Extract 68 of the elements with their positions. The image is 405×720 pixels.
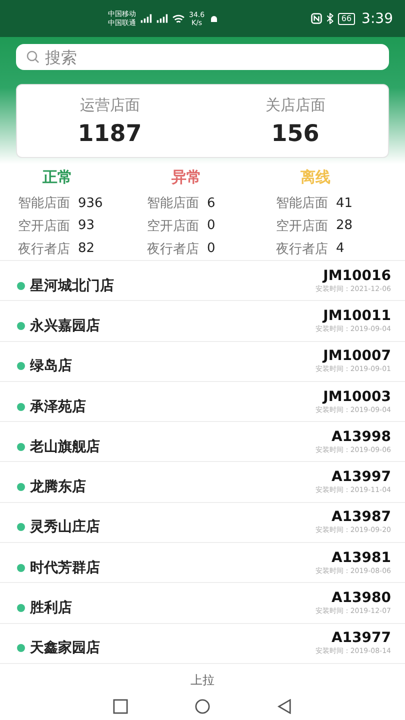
status-dot-icon [17, 442, 25, 451]
stat-value: 93 [78, 218, 95, 234]
store-name: 天鑫家园店 [30, 639, 100, 658]
store-code: A13977 [330, 630, 391, 646]
store-name: 老山旗舰店 [30, 438, 100, 456]
notification-icon [208, 14, 219, 24]
store-code: JM10003 [321, 388, 391, 405]
stat-value: 82 [78, 241, 95, 256]
stat-label: 空开店面 [276, 218, 328, 235]
stat-value: 4 [336, 241, 344, 256]
summary-value: 156 [271, 120, 320, 146]
stat-value: 0 [207, 241, 216, 256]
load-more-text: 上拉 [190, 672, 216, 689]
stat-label: 智能店面 [276, 195, 328, 212]
status-dot-icon [17, 604, 25, 612]
stat-label: 空开店面 [147, 218, 199, 235]
stat-label: 夜行者店 [18, 240, 70, 258]
store-code: JM10016 [321, 268, 391, 284]
status-dot-icon [17, 523, 25, 532]
summary-value: 1187 [78, 120, 142, 146]
recent-apps-icon[interactable] [113, 699, 128, 714]
store-code: A13997 [330, 469, 391, 486]
stat-label: 智能店面 [18, 195, 70, 212]
home-icon[interactable] [194, 699, 210, 714]
nfc-icon [311, 13, 322, 24]
store-name: 胜利店 [30, 599, 72, 618]
status-dot-icon [17, 322, 25, 330]
status-dot-icon [17, 564, 25, 572]
status-title: 正常 [42, 168, 74, 188]
search-field[interactable]: 搜索 [16, 44, 389, 70]
stat-value: 0 [207, 218, 216, 234]
stat-label: 夜行者店 [276, 240, 328, 258]
store-code: A13980 [330, 590, 391, 606]
summary-label: 运营店面 [80, 96, 140, 114]
store-name: 时代芳群店 [30, 558, 100, 577]
store-name: 龙腾东店 [30, 478, 86, 496]
store-name: 承泽苑店 [30, 398, 86, 416]
store-name: 灵秀山庄店 [30, 518, 100, 536]
status-dot-icon [17, 644, 25, 652]
store-code: A13981 [330, 550, 391, 566]
store-code: JM10011 [321, 308, 391, 324]
store-code: JM10007 [321, 348, 391, 364]
store-name: 永兴嘉园店 [30, 316, 100, 335]
status-title: 离线 [300, 168, 332, 188]
stat-label: 空开店面 [18, 218, 70, 235]
signal-icon [140, 14, 152, 23]
status-title: 异常 [170, 168, 202, 188]
store-name: 星河城北门店 [30, 276, 114, 295]
stat-label: 智能店面 [147, 195, 199, 212]
stat-value: 28 [336, 218, 353, 234]
signal-icon [156, 14, 168, 23]
clock-time: 3:39 [362, 10, 393, 26]
stat-value: 6 [207, 196, 216, 211]
status-dot-icon [17, 282, 25, 290]
stat-value: 41 [336, 196, 353, 211]
status-dot-icon [17, 402, 25, 411]
stat-label: 夜行者店 [147, 240, 199, 258]
store-name: 绿岛店 [30, 357, 72, 376]
bluetooth-icon [326, 13, 334, 24]
store-code: A13998 [330, 428, 391, 445]
battery-level: 66 [338, 12, 355, 24]
summary-label: 关店店面 [265, 96, 326, 114]
wifi-icon [172, 14, 185, 24]
stat-value: 936 [78, 196, 103, 211]
store-code: A13987 [330, 509, 391, 526]
back-icon[interactable] [276, 699, 292, 714]
status-dot-icon [17, 362, 25, 370]
status-dot-icon [17, 483, 25, 492]
